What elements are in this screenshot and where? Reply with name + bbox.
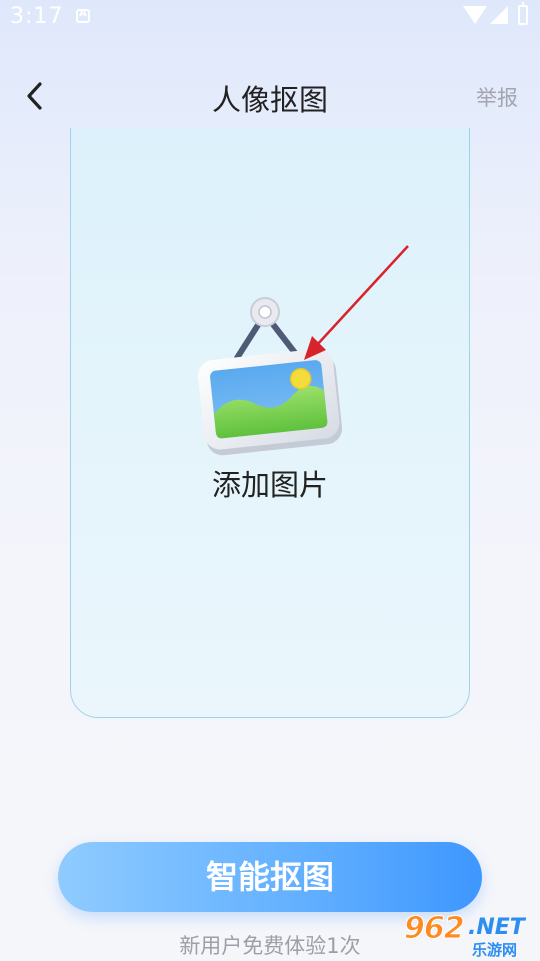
add-image-label: 添加图片 [211,468,328,502]
status-time: 3:17 [10,4,64,29]
watermark-logo: 962 .NET 乐游网 [400,911,536,960]
notification-icon [76,8,90,23]
status-bar: 3:17 [0,0,540,36]
watermark-suffix: .NET [468,915,525,940]
signal-icon [490,6,508,24]
battery-icon [518,2,528,25]
arrow-annotation [304,245,409,360]
report-button[interactable]: 举报 [476,82,518,112]
page-title: 人像抠图 [211,83,328,117]
smart-cutout-button[interactable]: 智能抠图 [58,842,482,912]
header: 人像抠图 举报 [0,60,540,134]
watermark-number: 962 [404,911,466,947]
wifi-icon [463,6,487,24]
watermark-subtitle: 乐游网 [472,941,518,959]
